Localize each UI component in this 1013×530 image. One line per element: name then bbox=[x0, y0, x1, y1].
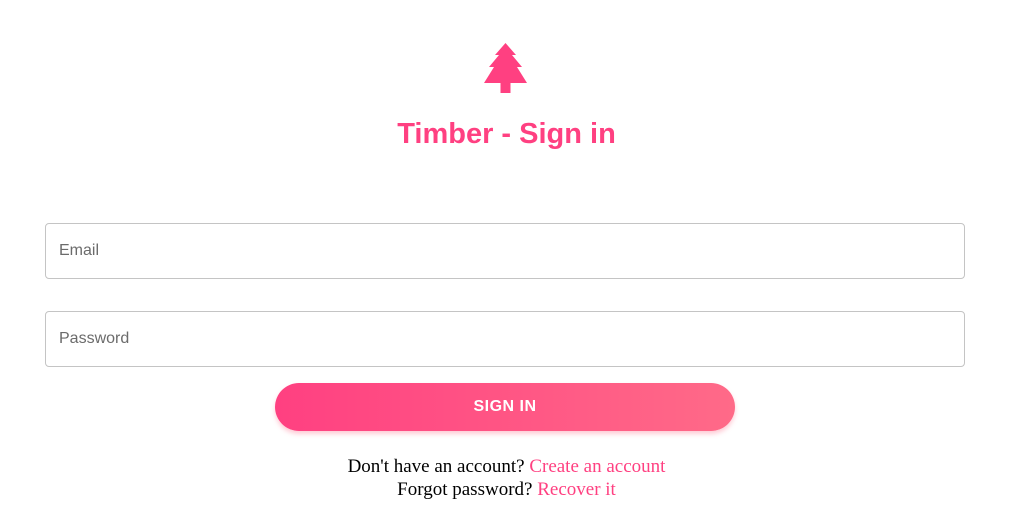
recover-prompt: Forgot password? bbox=[397, 479, 533, 500]
create-account-link[interactable]: Create an account bbox=[529, 456, 665, 477]
footer-links: Don't have an account? Create an account… bbox=[0, 455, 1013, 501]
recover-password-link[interactable]: Recover it bbox=[537, 479, 616, 500]
page-title: Timber - Sign in bbox=[397, 118, 616, 150]
signup-prompt: Don't have an account? bbox=[347, 456, 525, 477]
password-input[interactable] bbox=[46, 312, 964, 366]
recover-line: Forgot password? Recover it bbox=[0, 478, 1013, 501]
email-input[interactable] bbox=[46, 224, 964, 278]
password-field[interactable] bbox=[45, 311, 965, 367]
signup-line: Don't have an account? Create an account bbox=[0, 455, 1013, 478]
email-field[interactable] bbox=[45, 223, 965, 279]
tree-icon bbox=[483, 43, 528, 93]
sign-in-button[interactable]: SIGN IN bbox=[275, 383, 735, 431]
